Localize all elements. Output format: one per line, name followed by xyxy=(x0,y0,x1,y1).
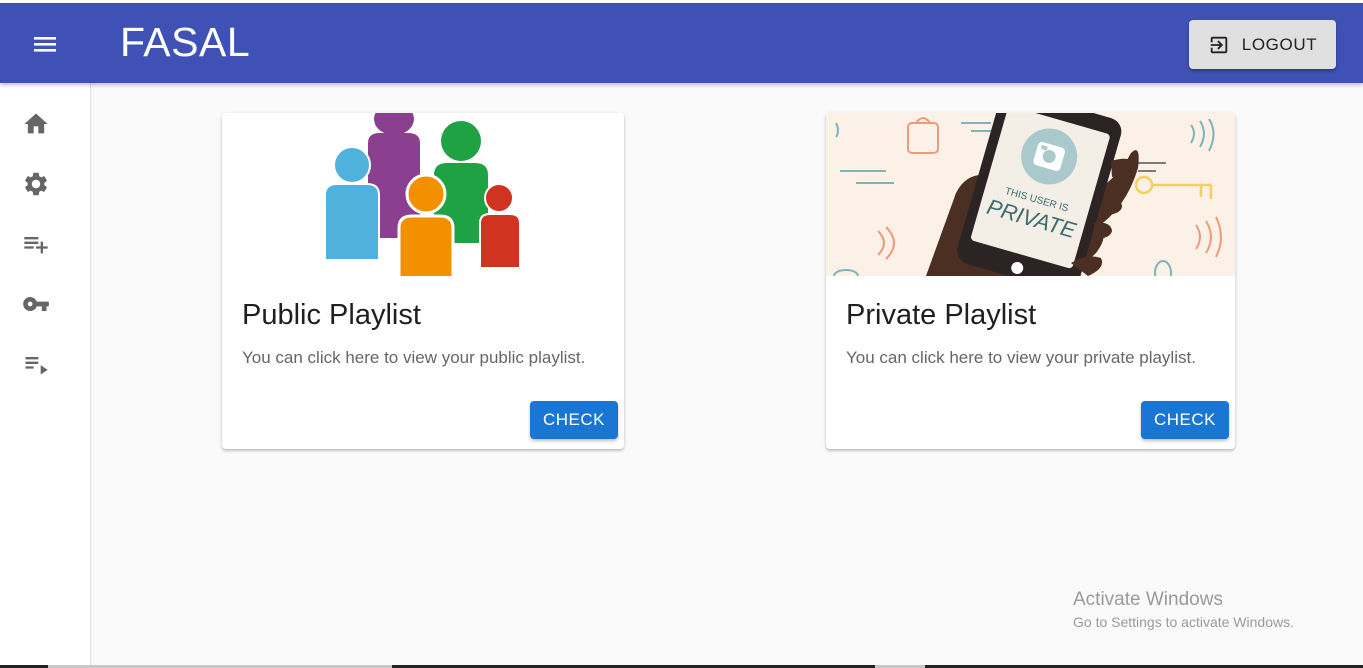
exit-icon xyxy=(1210,36,1228,53)
logout-button[interactable]: LOGOUT xyxy=(1189,20,1336,69)
windows-activation-watermark: Activate Windows Go to Settings to activ… xyxy=(1073,589,1294,630)
card-title: Public Playlist xyxy=(242,299,421,331)
gear-icon xyxy=(25,172,47,196)
public-playlist-card[interactable]: Public Playlist You can click here to vi… xyxy=(222,113,624,449)
card-description: You can click here to view your private … xyxy=(846,348,1196,367)
playlist-add-icon xyxy=(24,237,48,254)
private-phone-illustration: THIS USER IS PRIVATE xyxy=(826,113,1235,276)
nav-item-add-playlist[interactable] xyxy=(21,229,51,259)
watermark-title: Activate Windows xyxy=(1073,589,1223,610)
watermark-subtitle: Go to Settings to activate Windows. xyxy=(1073,614,1294,630)
app-bar: FASAL LOGOUT xyxy=(0,3,1363,83)
app-title: FASAL xyxy=(120,19,251,65)
menu-icon xyxy=(34,37,56,52)
card-title: Private Playlist xyxy=(846,299,1037,331)
nav-item-home[interactable] xyxy=(21,109,51,139)
private-playlist-image: THIS USER IS PRIVATE xyxy=(826,113,1235,276)
nav-item-playlists[interactable] xyxy=(21,349,51,379)
public-check-button[interactable]: CHECK xyxy=(530,401,619,439)
people-group-illustration xyxy=(324,113,521,276)
side-drawer xyxy=(0,83,91,668)
logout-label: LOGOUT xyxy=(1241,34,1318,54)
public-playlist-image xyxy=(222,113,624,276)
home-icon xyxy=(24,113,48,134)
nav-item-private[interactable] xyxy=(21,289,51,319)
menu-button[interactable] xyxy=(24,23,66,65)
private-playlist-card[interactable]: THIS USER IS PRIVATE Private Playlist Yo… xyxy=(826,113,1235,449)
key-icon xyxy=(23,297,49,311)
private-check-button[interactable]: CHECK xyxy=(1141,401,1230,439)
nav-item-settings[interactable] xyxy=(21,169,51,199)
playlist-play-icon xyxy=(25,357,48,375)
card-description: You can click here to view your public p… xyxy=(242,348,586,367)
